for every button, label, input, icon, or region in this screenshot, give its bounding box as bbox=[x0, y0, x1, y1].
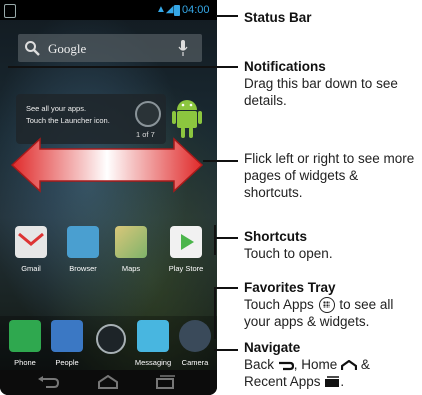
annotation-title: Favorites Tray bbox=[244, 280, 336, 295]
launcher-icon[interactable] bbox=[135, 101, 161, 127]
flick-callout bbox=[203, 160, 238, 162]
annotation-flick: Flick left or right to see more pages of… bbox=[244, 150, 419, 201]
shortcut-label: Play Store bbox=[168, 264, 204, 273]
navigate-callout bbox=[214, 349, 238, 351]
play-store-icon bbox=[170, 226, 202, 258]
shortcuts-callout bbox=[214, 237, 238, 239]
people-icon bbox=[51, 320, 83, 352]
shortcut-label: Gmail bbox=[21, 264, 41, 273]
recent-apps-icon bbox=[325, 376, 340, 388]
annotation-body: Touch Apps bbox=[244, 297, 314, 312]
back-icon bbox=[278, 361, 294, 371]
favorite-label: People bbox=[55, 358, 79, 367]
annotation-navigate: Navigate Back , Home & Recent Apps . bbox=[244, 340, 370, 389]
camera-icon bbox=[179, 320, 211, 352]
shortcut-maps[interactable]: Maps bbox=[106, 226, 156, 273]
annotation-recent: Recent Apps bbox=[244, 374, 321, 389]
status-bar[interactable]: ▲◢ 04:00 bbox=[0, 0, 217, 20]
annotation-body: Touch to open. bbox=[244, 246, 333, 261]
home-icon[interactable] bbox=[97, 375, 119, 389]
hint-text-line1: See all your apps. bbox=[26, 104, 87, 113]
maps-icon bbox=[115, 226, 147, 258]
phone-screen: ▲◢ 04:00 Google See all your apps. Touch… bbox=[0, 0, 217, 395]
annotation-title: Shortcuts bbox=[244, 229, 308, 244]
apps-launcher-button[interactable] bbox=[96, 324, 126, 354]
annotation-shortcuts: Shortcuts Touch to open. bbox=[244, 228, 333, 262]
shortcut-browser[interactable]: Browser bbox=[58, 226, 108, 273]
annotation-title: Status Bar bbox=[244, 10, 312, 25]
annotation-body: Flick left or right to see more pages of… bbox=[244, 151, 415, 200]
shortcut-label: Maps bbox=[121, 264, 141, 273]
home-icon bbox=[340, 359, 358, 370]
favorite-camera[interactable]: Camera bbox=[170, 320, 217, 367]
favorite-people[interactable]: People bbox=[42, 320, 92, 367]
status-bar-callout bbox=[216, 15, 238, 17]
google-search-bar[interactable]: Google bbox=[18, 34, 202, 62]
favorite-label: Camera bbox=[181, 358, 209, 367]
search-icon bbox=[25, 41, 40, 56]
hint-text-line2: Touch the Launcher icon. bbox=[26, 116, 110, 125]
phone-icon bbox=[9, 320, 41, 352]
annotation-status-bar: Status Bar bbox=[244, 9, 312, 26]
search-label: Google bbox=[48, 41, 87, 56]
status-time: 04:00 bbox=[182, 4, 210, 16]
browser-icon bbox=[67, 226, 99, 258]
gmail-icon bbox=[15, 226, 47, 258]
swipe-arrow-icon bbox=[10, 137, 204, 193]
recent-apps-icon[interactable] bbox=[154, 375, 176, 389]
annotation-body: Drag this bar down to see details. bbox=[244, 76, 398, 108]
messaging-icon bbox=[137, 320, 169, 352]
battery-icon bbox=[174, 5, 180, 16]
annotation-favorites-tray: Favorites Tray Touch Apps to see all you… bbox=[244, 279, 422, 330]
shortcut-label: Browser bbox=[69, 264, 97, 273]
shortcut-gmail[interactable]: Gmail bbox=[6, 226, 56, 273]
notifications-callout bbox=[8, 66, 238, 68]
annotation-amp: & bbox=[360, 357, 370, 372]
back-icon[interactable] bbox=[38, 375, 60, 389]
annotation-title: Notifications bbox=[244, 59, 326, 74]
favorites-callout bbox=[214, 287, 238, 289]
signal-icon: ▲◢ bbox=[156, 4, 174, 15]
notification-icon bbox=[4, 4, 16, 18]
navigation-bar bbox=[0, 370, 217, 395]
annotation-home: , Home bbox=[293, 357, 338, 372]
shortcut-play-store[interactable]: Play Store bbox=[161, 226, 211, 273]
annotation-back: Back bbox=[244, 357, 275, 372]
apps-icon bbox=[318, 297, 335, 314]
android-icon bbox=[172, 100, 202, 138]
annotation-notifications: Notifications Drag this bar down to see … bbox=[244, 58, 419, 109]
shortcuts-callout-bracket bbox=[214, 225, 216, 255]
microphone-icon[interactable] bbox=[178, 40, 188, 56]
favorites-callout-bracket bbox=[214, 287, 216, 339]
annotation-title: Navigate bbox=[244, 340, 301, 355]
